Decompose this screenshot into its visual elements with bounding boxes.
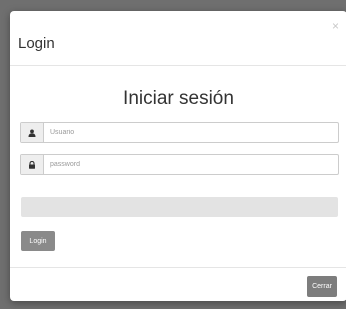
login-modal: Login × Iniciar sesión Login Cerrar (10, 11, 346, 301)
user-icon (21, 123, 44, 142)
page-title: Iniciar sesión (123, 88, 234, 109)
password-group (20, 154, 339, 175)
progress-bar (21, 197, 338, 217)
modal-title: Login (18, 35, 55, 52)
login-button[interactable]: Login (21, 231, 55, 251)
lock-icon (21, 155, 44, 174)
footer-divider (10, 267, 346, 268)
password-input[interactable] (44, 155, 338, 174)
username-input[interactable] (44, 123, 338, 142)
modal-header: Login × (10, 11, 346, 66)
close-icon[interactable]: × (332, 20, 339, 32)
close-button[interactable]: Cerrar (307, 276, 337, 297)
username-group (20, 122, 339, 143)
